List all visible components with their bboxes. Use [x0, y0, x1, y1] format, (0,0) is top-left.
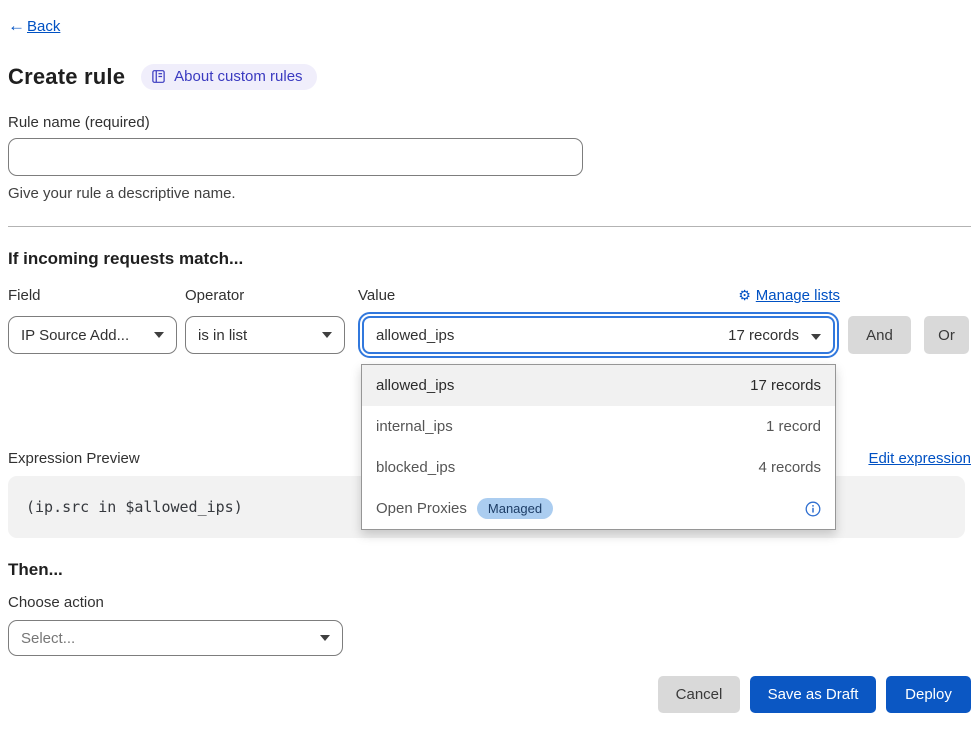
edit-expression-link[interactable]: Edit expression — [868, 450, 971, 467]
about-custom-rules-label: About custom rules — [174, 68, 302, 85]
chevron-down-icon — [322, 332, 332, 338]
save-as-draft-button[interactable]: Save as Draft — [750, 676, 876, 713]
match-section-heading: If incoming requests match... — [8, 249, 971, 269]
choose-action-placeholder: Select... — [21, 630, 75, 647]
condition-row: IP Source Add... is in list allowed_ips … — [8, 312, 971, 358]
operator-select-value: is in list — [198, 327, 247, 344]
value-dropdown-panel: allowed_ips 17 records internal_ips 1 re… — [361, 364, 836, 530]
operator-select[interactable]: is in list — [185, 316, 345, 354]
gear-icon: ⚙ — [738, 287, 751, 304]
list-item-name: blocked_ips — [376, 459, 455, 476]
expression-code: (ip.src in $allowed_ips) — [26, 498, 243, 516]
info-icon[interactable] — [805, 501, 821, 517]
rule-name-input[interactable] — [8, 138, 583, 176]
chevron-down-icon — [320, 635, 330, 641]
condition-labels-row: Field Operator Value ⚙ Manage lists — [8, 287, 971, 304]
back-arrow-icon: ← — [8, 16, 25, 36]
cancel-button[interactable]: Cancel — [658, 676, 740, 713]
list-item-internal-ips[interactable]: internal_ips 1 record — [362, 406, 835, 447]
value-select[interactable]: allowed_ips 17 records — [362, 316, 835, 354]
list-item-allowed-ips[interactable]: allowed_ips 17 records — [362, 365, 835, 406]
choose-action-select[interactable]: Select... — [8, 620, 343, 656]
rule-name-helper: Give your rule a descriptive name. — [8, 185, 971, 202]
value-select-focus-ring: allowed_ips 17 records — [358, 312, 839, 358]
list-item-records: 4 records — [758, 459, 821, 476]
chevron-down-icon — [811, 327, 821, 344]
manage-lists-link[interactable]: ⚙ Manage lists — [738, 287, 840, 304]
title-row: Create rule About custom rules — [8, 64, 971, 90]
list-item-name: Open Proxies — [376, 500, 467, 517]
back-link[interactable]: ←Back — [8, 16, 60, 36]
managed-badge: Managed — [477, 498, 553, 519]
back-link-label: Back — [27, 18, 60, 35]
deploy-button[interactable]: Deploy — [886, 676, 971, 713]
value-select-records: 17 records — [728, 327, 799, 344]
expression-preview-label: Expression Preview — [8, 450, 140, 467]
list-item-blocked-ips[interactable]: blocked_ips 4 records — [362, 447, 835, 488]
field-label: Field — [8, 287, 185, 304]
or-button[interactable]: Or — [924, 316, 969, 354]
list-item-records: 1 record — [766, 418, 821, 435]
book-icon — [151, 69, 166, 84]
list-item-name: internal_ips — [376, 418, 453, 435]
value-label: Value — [358, 287, 395, 304]
footer-actions: Cancel Save as Draft Deploy — [8, 676, 971, 713]
about-custom-rules-link[interactable]: About custom rules — [141, 64, 316, 90]
value-select-value: allowed_ips — [376, 327, 454, 344]
list-item-name: allowed_ips — [376, 377, 454, 394]
manage-lists-label: Manage lists — [756, 287, 840, 304]
then-section-heading: Then... — [8, 560, 971, 580]
field-select-value: IP Source Add... — [21, 327, 129, 344]
choose-action-label: Choose action — [8, 594, 971, 611]
list-item-records: 17 records — [750, 377, 821, 394]
field-select[interactable]: IP Source Add... — [8, 316, 177, 354]
section-divider — [8, 226, 971, 227]
chevron-down-icon — [154, 332, 164, 338]
and-button[interactable]: And — [848, 316, 911, 354]
page-title: Create rule — [8, 64, 125, 90]
create-rule-page: ←Back Create rule About custom rules Rul… — [0, 0, 979, 739]
rule-name-label: Rule name (required) — [8, 114, 971, 131]
operator-label: Operator — [185, 287, 358, 304]
list-item-open-proxies[interactable]: Open Proxies Managed — [362, 488, 835, 529]
